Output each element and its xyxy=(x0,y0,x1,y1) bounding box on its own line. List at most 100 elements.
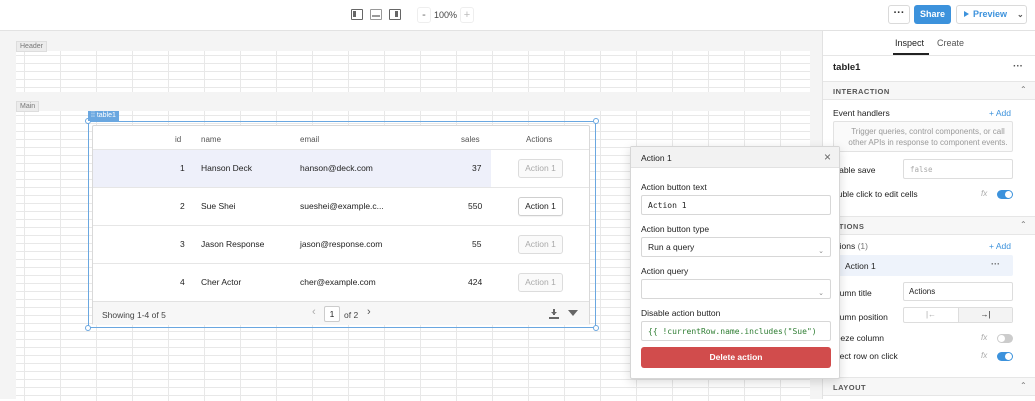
component-more-button[interactable]: ··· xyxy=(1013,61,1023,72)
prev-page-button[interactable]: ‹ xyxy=(312,306,316,318)
table-row[interactable]: 4 Cher Actor cher@example.com 424 Action… xyxy=(93,263,589,301)
tab-inspect[interactable]: Inspect xyxy=(895,38,924,48)
component-name-tag[interactable]: ⁞⁞ table1 xyxy=(88,111,119,121)
disable-button-input[interactable]: {{ !currentRow.name.includes("Sue") }} xyxy=(641,321,831,355)
tab-create[interactable]: Create xyxy=(937,38,964,48)
pin-right-icon[interactable]: →| xyxy=(958,308,1012,322)
cell-name: Sue Shei xyxy=(201,201,236,211)
zoom-out-button[interactable]: - xyxy=(417,7,431,23)
cell-id: 3 xyxy=(180,239,185,249)
layout-section-header[interactable]: LAYOUT ⌃ xyxy=(823,377,1035,396)
fx-icon[interactable]: fx xyxy=(981,333,987,342)
table-row[interactable]: 3 Jason Response jason@response.com 55 A… xyxy=(93,225,589,263)
add-action-link[interactable]: + Add xyxy=(989,241,1011,251)
layout-bottom-panel-icon[interactable] xyxy=(370,9,382,20)
freeze-column-label: reeze column xyxy=(833,333,885,343)
download-icon[interactable] xyxy=(549,309,559,319)
cell-email: cher@example.com xyxy=(300,277,376,287)
header-section-label: Header xyxy=(16,41,47,52)
action-query-label: Action query xyxy=(641,266,689,276)
button-text-input[interactable]: Action 1 xyxy=(641,195,831,215)
cell-sales: 37 xyxy=(472,163,482,173)
page-number-input[interactable]: 1 xyxy=(324,306,340,322)
cell-name: Jason Response xyxy=(201,239,265,249)
actions-count: (1) xyxy=(857,241,868,251)
disable-save-value: false xyxy=(910,165,933,174)
more-options-button[interactable]: ··· xyxy=(888,5,910,24)
column-position-label: olumn position xyxy=(833,312,888,322)
layout-right-panel-icon[interactable] xyxy=(389,9,401,20)
cell-email: jason@response.com xyxy=(300,239,383,249)
zoom-in-button[interactable]: + xyxy=(460,7,474,23)
row-action-button[interactable]: Action 1 xyxy=(518,273,563,292)
action-list-item[interactable]: Action 1 ··· xyxy=(833,255,1013,276)
chevron-up-icon: ⌃ xyxy=(1020,85,1027,94)
resize-handle[interactable] xyxy=(593,118,599,124)
button-type-select[interactable]: Run a query ⌄ xyxy=(641,237,831,257)
cell-email: hanson@deck.com xyxy=(300,163,373,173)
layout-left-panel-icon[interactable] xyxy=(351,9,363,20)
event-handlers-empty-box: Trigger queries, control components, or … xyxy=(833,121,1013,152)
button-text-value: Action 1 xyxy=(648,201,687,210)
row-action-button[interactable]: Action 1 xyxy=(518,197,563,216)
close-icon[interactable]: × xyxy=(824,150,831,164)
chevron-down-icon: ⌄ xyxy=(818,290,824,297)
component-name[interactable]: table1 xyxy=(833,62,860,73)
double-click-toggle[interactable] xyxy=(997,190,1013,199)
pin-left-icon[interactable]: |← xyxy=(904,308,958,322)
button-type-value: Run a query xyxy=(648,242,695,252)
column-header-email[interactable]: email xyxy=(300,135,319,144)
tabs-divider xyxy=(823,55,1035,56)
resize-handle[interactable] xyxy=(85,325,91,331)
popover-header: Action 1 × xyxy=(631,147,839,168)
row-action-button[interactable]: Action 1 xyxy=(518,235,563,254)
header-container[interactable] xyxy=(16,51,810,92)
double-click-label: ouble click to edit cells xyxy=(833,189,918,199)
action-item-more-icon[interactable]: ··· xyxy=(991,259,1000,269)
column-position-segmented[interactable]: |← →| xyxy=(903,307,1013,323)
zoom-level: 100% xyxy=(434,10,458,20)
fx-icon[interactable]: fx xyxy=(981,189,987,198)
next-page-button[interactable]: › xyxy=(367,306,371,318)
preview-button[interactable]: Preview ⌄ xyxy=(956,5,1027,24)
table-row[interactable]: 2 Sue Shei sueshei@example.c... 550 Acti… xyxy=(93,187,589,225)
cell-id: 4 xyxy=(180,277,185,287)
column-title-input[interactable]: Actions xyxy=(903,282,1013,301)
freeze-column-toggle[interactable] xyxy=(997,334,1013,343)
table-row[interactable]: 1 Hanson Deck hanson@deck.com 37 Action … xyxy=(93,149,589,187)
action-query-select[interactable]: ⌄ xyxy=(641,279,831,299)
chevron-up-icon: ⌃ xyxy=(1020,381,1027,390)
column-header-name[interactable]: name xyxy=(201,135,221,144)
share-button[interactable]: Share xyxy=(914,5,951,24)
actions-section-header[interactable]: CTIONS ⌃ xyxy=(823,216,1035,235)
fx-icon[interactable]: fx xyxy=(981,351,987,360)
popover-title: Action 1 xyxy=(641,153,672,163)
resize-handle[interactable] xyxy=(593,325,599,331)
column-header-sales[interactable]: sales xyxy=(461,135,480,144)
cell-sales: 55 xyxy=(472,239,482,249)
interaction-section-header[interactable]: INTERACTION ⌃ xyxy=(823,81,1035,100)
inspector-panel: Inspect Create table1 ··· INTERACTION ⌃ E… xyxy=(822,31,1035,399)
play-icon xyxy=(964,11,969,17)
data-table[interactable]: id name email sales Actions 1 Hanson Dec… xyxy=(92,125,590,325)
table-footer: Showing 1-4 of 5 ‹ 1 of 2 › xyxy=(93,301,589,325)
action-settings-popover: Action 1 × Action button text Action 1 A… xyxy=(630,146,840,379)
preview-label: Preview xyxy=(973,9,1008,19)
column-title-value: Actions xyxy=(909,287,936,296)
column-header-actions[interactable]: Actions xyxy=(526,135,552,144)
page-count: of 2 xyxy=(344,310,359,320)
row-action-button[interactable]: Action 1 xyxy=(518,159,563,178)
column-header-id[interactable]: id xyxy=(175,135,181,144)
event-handlers-label: Event handlers xyxy=(833,108,890,118)
chevron-up-icon: ⌃ xyxy=(1020,220,1027,229)
chevron-down-icon[interactable]: ⌄ xyxy=(1017,6,1024,23)
filter-icon[interactable] xyxy=(568,310,578,316)
cell-sales: 424 xyxy=(468,277,483,287)
layout-title: LAYOUT xyxy=(833,383,867,392)
disable-save-input[interactable]: false xyxy=(903,159,1013,179)
delete-action-button[interactable]: Delete action xyxy=(641,347,831,368)
add-event-handler-link[interactable]: + Add xyxy=(989,108,1011,118)
pagination-summary: Showing 1-4 of 5 xyxy=(102,310,166,320)
cell-name: Hanson Deck xyxy=(201,163,253,173)
select-row-toggle[interactable] xyxy=(997,352,1013,361)
